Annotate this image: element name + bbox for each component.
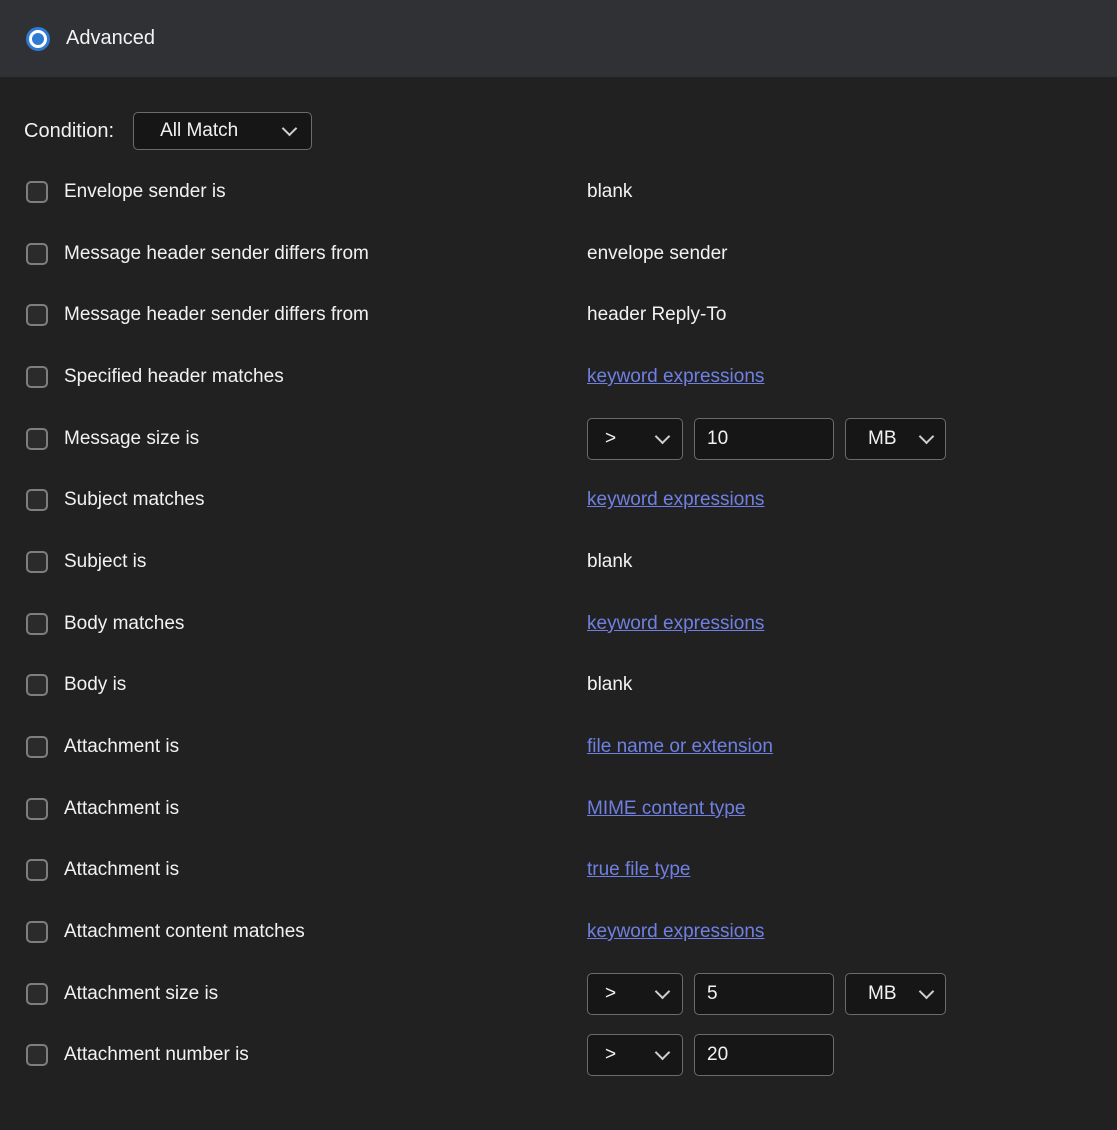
- row-value: blank: [587, 551, 632, 573]
- comparator-select[interactable]: >: [587, 418, 683, 460]
- row-checkbox[interactable]: [26, 489, 48, 511]
- row-envelope-sender: Envelope sender is blank: [0, 161, 1117, 223]
- row-checkbox[interactable]: [26, 983, 48, 1005]
- attachment-number-input[interactable]: [694, 1034, 834, 1076]
- row-attachment-number: Attachment number is >: [0, 1025, 1117, 1087]
- condition-label: Condition:: [24, 120, 114, 143]
- row-checkbox[interactable]: [26, 1044, 48, 1066]
- filter-conditions-list: Envelope sender is blank Message header …: [0, 161, 1117, 1086]
- condition-match-select[interactable]: All Match: [133, 112, 312, 150]
- row-attachment-filename: Attachment is file name or extension: [0, 716, 1117, 778]
- row-message-size: Message size is > MB: [0, 408, 1117, 470]
- chevron-down-icon: [919, 984, 935, 1000]
- row-checkbox[interactable]: [26, 859, 48, 881]
- row-attachment-content-matches: Attachment content matches keyword expre…: [0, 901, 1117, 963]
- row-subject-matches: Subject matches keyword expressions: [0, 469, 1117, 531]
- file-name-extension-link[interactable]: file name or extension: [587, 736, 773, 758]
- row-checkbox[interactable]: [26, 181, 48, 203]
- row-label: Message size is: [64, 428, 199, 450]
- unit-value: MB: [868, 983, 897, 1005]
- comparator-value: >: [605, 1044, 616, 1066]
- row-label: Message header sender differs from: [64, 243, 369, 265]
- row-label: Message header sender differs from: [64, 304, 369, 326]
- unit-value: MB: [868, 428, 897, 450]
- row-body-matches: Body matches keyword expressions: [0, 593, 1117, 655]
- chevron-down-icon: [655, 1045, 671, 1061]
- true-file-type-link[interactable]: true file type: [587, 859, 691, 881]
- row-label: Attachment is: [64, 798, 179, 820]
- row-attachment-true-type: Attachment is true file type: [0, 840, 1117, 902]
- comparator-select[interactable]: >: [587, 973, 683, 1015]
- keyword-expressions-link[interactable]: keyword expressions: [587, 921, 764, 943]
- row-checkbox[interactable]: [26, 366, 48, 388]
- row-label: Subject matches: [64, 489, 204, 511]
- row-value: envelope sender: [587, 243, 728, 265]
- row-checkbox[interactable]: [26, 674, 48, 696]
- row-header-sender-differs-envelope: Message header sender differs from envel…: [0, 223, 1117, 285]
- unit-select[interactable]: MB: [845, 418, 946, 460]
- row-checkbox[interactable]: [26, 736, 48, 758]
- row-subject-is: Subject is blank: [0, 531, 1117, 593]
- row-value: header Reply-To: [587, 304, 726, 326]
- mime-content-type-link[interactable]: MIME content type: [587, 798, 745, 820]
- row-label: Body matches: [64, 613, 184, 635]
- row-label: Attachment is: [64, 736, 179, 758]
- chevron-down-icon: [655, 428, 671, 444]
- row-checkbox[interactable]: [26, 613, 48, 635]
- chevron-down-icon: [919, 428, 935, 444]
- comparator-select[interactable]: >: [587, 1034, 683, 1076]
- row-body-is: Body is blank: [0, 655, 1117, 717]
- row-checkbox[interactable]: [26, 921, 48, 943]
- row-attachment-size: Attachment size is > MB: [0, 963, 1117, 1025]
- row-label: Subject is: [64, 551, 146, 573]
- row-value: blank: [587, 181, 632, 203]
- row-value: blank: [587, 674, 632, 696]
- row-header-sender-differs-replyto: Message header sender differs from heade…: [0, 284, 1117, 346]
- radio-selected-icon: [29, 30, 47, 48]
- row-checkbox[interactable]: [26, 304, 48, 326]
- row-label: Attachment content matches: [64, 921, 305, 943]
- row-specified-header-matches: Specified header matches keyword express…: [0, 346, 1117, 408]
- row-checkbox[interactable]: [26, 551, 48, 573]
- row-checkbox[interactable]: [26, 243, 48, 265]
- row-attachment-mime: Attachment is MIME content type: [0, 778, 1117, 840]
- chevron-down-icon: [282, 121, 298, 137]
- row-label: Body is: [64, 674, 126, 696]
- row-label: Attachment is: [64, 859, 179, 881]
- row-label: Specified header matches: [64, 366, 284, 388]
- row-checkbox[interactable]: [26, 798, 48, 820]
- row-label: Envelope sender is: [64, 181, 226, 203]
- keyword-expressions-link[interactable]: keyword expressions: [587, 366, 764, 388]
- message-size-input[interactable]: [694, 418, 834, 460]
- advanced-radio[interactable]: [26, 27, 50, 51]
- unit-select[interactable]: MB: [845, 973, 946, 1015]
- chevron-down-icon: [655, 984, 671, 1000]
- keyword-expressions-link[interactable]: keyword expressions: [587, 613, 764, 635]
- condition-match-value: All Match: [160, 120, 238, 142]
- keyword-expressions-link[interactable]: keyword expressions: [587, 489, 764, 511]
- row-checkbox[interactable]: [26, 428, 48, 450]
- comparator-value: >: [605, 983, 616, 1005]
- comparator-value: >: [605, 428, 616, 450]
- row-label: Attachment number is: [64, 1044, 249, 1066]
- advanced-radio-label: Advanced: [66, 27, 155, 50]
- attachment-size-input[interactable]: [694, 973, 834, 1015]
- condition-row: Condition: All Match: [24, 112, 1117, 150]
- advanced-mode-bar: Advanced: [0, 0, 1117, 77]
- row-label: Attachment size is: [64, 983, 218, 1005]
